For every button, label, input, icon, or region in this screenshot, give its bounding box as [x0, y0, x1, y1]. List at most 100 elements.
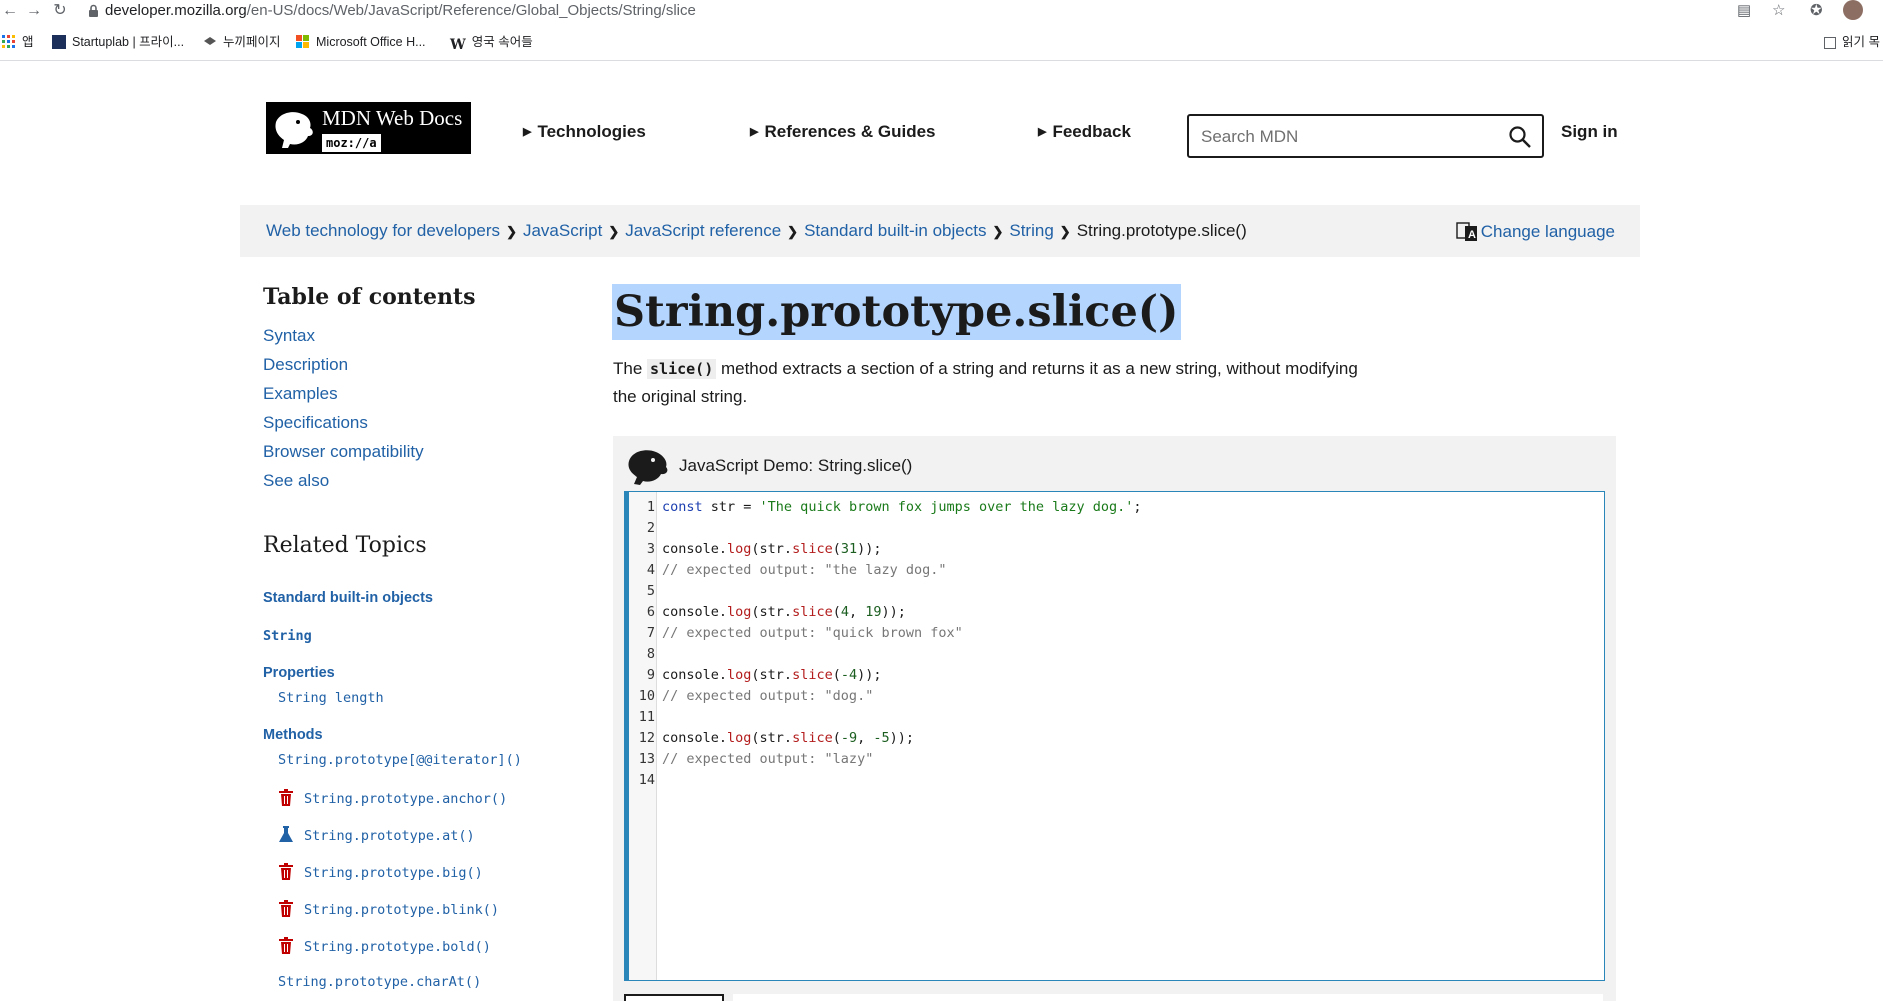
logo-mozilla: moz://a: [322, 134, 381, 152]
nav-feedback[interactable]: ▶ Feedback: [1038, 122, 1131, 142]
method-link[interactable]: String.prototype.blink(): [278, 900, 499, 918]
property-link-length[interactable]: String length: [278, 690, 384, 706]
toc-item-browser-compat[interactable]: Browser compatibility: [263, 442, 424, 471]
breadcrumb-trail: Web technology for developers ❯ JavaScript…: [266, 221, 1247, 241]
method-link[interactable]: String.prototype.anchor(): [278, 789, 507, 807]
trash-deprecated-icon: [279, 900, 293, 917]
reload-icon[interactable]: ↻: [50, 1, 70, 21]
toc-item-specifications[interactable]: Specifications: [263, 413, 424, 442]
toc-item-syntax[interactable]: Syntax: [263, 326, 424, 355]
breadcrumb-link[interactable]: Web technology for developers: [266, 221, 500, 240]
lock-icon[interactable]: [88, 4, 99, 18]
nav-technologies[interactable]: ▶ Technologies: [523, 122, 646, 142]
bookmark-slang[interactable]: W 영국 속어들: [450, 34, 533, 52]
code-line[interactable]: 4 // expected output: "the lazy dog.": [629, 560, 1142, 581]
microsoft-favicon: [296, 35, 309, 48]
method-label: String.prototype.big(): [304, 865, 483, 881]
method-link[interactable]: String.prototype.charAt(): [278, 974, 481, 990]
intro-paragraph: The slice() method extracts a section of…: [613, 355, 1373, 411]
demo-output-area: [733, 994, 1603, 1001]
breadcrumb-link[interactable]: Standard built-in objects: [804, 221, 986, 240]
url-path: /en-US/docs/Web/JavaScript/Reference/Glo…: [246, 2, 696, 19]
code-line[interactable]: 6 console.log(str.slice(4, 19));: [629, 602, 1142, 623]
code-line[interactable]: 7 // expected output: "quick brown fox": [629, 623, 1142, 644]
forward-icon[interactable]: →: [24, 1, 44, 21]
code-content[interactable]: 1 const str = 'The quick brown fox jumps …: [629, 497, 1142, 791]
address-bar[interactable]: developer.mozilla.org/en-US/docs/Web/Jav…: [105, 0, 696, 22]
reading-list-icon: [1824, 37, 1836, 49]
search-input[interactable]: [1201, 126, 1501, 148]
code-line[interactable]: 13 // expected output: "lazy": [629, 749, 1142, 770]
nav-label: Technologies: [537, 122, 646, 141]
line-number: 10: [638, 688, 655, 704]
related-builtins-link[interactable]: Standard built-in objects: [263, 590, 433, 606]
related-topics-title: Related Topics: [263, 533, 427, 558]
trash-deprecated-icon: [279, 863, 293, 880]
back-icon[interactable]: ←: [0, 1, 20, 21]
interactive-demo: JavaScript Demo: String.slice() 1 const s…: [613, 436, 1616, 1001]
code-text: const str = 'The quick brown fox jumps o…: [662, 499, 1142, 515]
change-language-button[interactable]: A Change language: [1456, 220, 1615, 242]
code-editor[interactable]: 1 const str = 'The quick brown fox jumps …: [624, 491, 1605, 981]
translate-icon: A: [1456, 222, 1477, 241]
method-link[interactable]: String.prototype.at(): [278, 826, 475, 844]
breadcrumb-link[interactable]: JavaScript: [523, 221, 602, 240]
bookmarks-bar: 앱 Startuplab | 프라이... 누끼페이지 Microsoft Of…: [0, 30, 1883, 54]
apps-grid-icon: [2, 35, 15, 48]
code-line[interactable]: 8: [629, 644, 1142, 665]
nav-references-guides[interactable]: ▶ References & Guides: [750, 122, 935, 142]
method-link[interactable]: String.prototype[@@iterator](): [278, 752, 522, 768]
toc-item-examples[interactable]: Examples: [263, 384, 424, 413]
toc-title: Table of contents: [263, 284, 476, 310]
code-text: console.log(str.slice(31));: [662, 541, 882, 557]
toc-item-see-also[interactable]: See also: [263, 471, 424, 500]
breadcrumb: Web technology for developers ❯ JavaScript…: [240, 205, 1640, 257]
code-line[interactable]: 3 console.log(str.slice(31));: [629, 539, 1142, 560]
code-line[interactable]: 1 const str = 'The quick brown fox jumps …: [629, 497, 1142, 518]
breadcrumb-current: String.prototype.slice(): [1076, 221, 1247, 240]
w-favicon: W: [450, 37, 466, 53]
properties-heading: Properties: [263, 665, 335, 681]
bookmark-nukki[interactable]: 누끼페이지: [203, 34, 281, 50]
demo-tab[interactable]: [624, 994, 724, 1001]
mdn-logo[interactable]: MDN Web Docs moz://a: [266, 102, 471, 154]
method-link[interactable]: String.prototype.bold(): [278, 937, 491, 955]
related-string-link[interactable]: String: [263, 628, 312, 644]
toc-item-description[interactable]: Description: [263, 355, 424, 384]
code-line[interactable]: 5: [629, 581, 1142, 602]
bookmark-label: Microsoft Office H...: [316, 35, 426, 49]
layers-favicon: [204, 37, 216, 45]
code-line[interactable]: 10 // expected output: "dog.": [629, 686, 1142, 707]
search-icon[interactable]: [1508, 125, 1532, 149]
method-label: String.prototype.anchor(): [304, 791, 508, 807]
logo-title: MDN Web Docs: [322, 106, 463, 130]
browser-chrome: ← → ↻ developer.mozilla.org/en-US/docs/W…: [0, 0, 1883, 61]
code-line[interactable]: 12 console.log(str.slice(-9, -5));: [629, 728, 1142, 749]
line-number: 5: [646, 583, 655, 599]
dino-head-icon: [628, 450, 668, 485]
code-line[interactable]: 2: [629, 518, 1142, 539]
method-link[interactable]: String.prototype.big(): [278, 863, 483, 881]
trash-deprecated-icon: [279, 937, 293, 954]
code-text: console.log(str.slice(4, 19));: [662, 604, 906, 620]
chevron-right-icon: ❯: [992, 224, 1004, 239]
profile-avatar[interactable]: [1843, 0, 1863, 20]
code-line[interactable]: 9 console.log(str.slice(-4));: [629, 665, 1142, 686]
translate-icon[interactable]: ▤: [1737, 1, 1751, 19]
bookmark-microsoft[interactable]: Microsoft Office H...: [296, 34, 426, 50]
breadcrumb-link[interactable]: JavaScript reference: [625, 221, 781, 240]
signin-link[interactable]: Sign in: [1561, 122, 1618, 142]
startuplab-favicon: [52, 35, 66, 49]
method-label: String.prototype.at(): [304, 828, 475, 844]
chevron-right-icon: ❯: [1059, 224, 1071, 239]
code-line[interactable]: 14: [629, 770, 1142, 791]
bookmark-apps[interactable]: 앱: [2, 34, 34, 50]
intro-text: method extracts a section of a string an…: [613, 359, 1358, 406]
breadcrumb-link[interactable]: String: [1009, 221, 1053, 240]
extensions-icon[interactable]: ✪: [1810, 1, 1823, 19]
bookmark-startuplab[interactable]: Startuplab | 프라이...: [52, 34, 184, 50]
reading-list[interactable]: 읽기 목: [1824, 34, 1880, 50]
star-icon[interactable]: ☆: [1772, 1, 1785, 19]
nav-label: Feedback: [1052, 122, 1131, 141]
code-line[interactable]: 11: [629, 707, 1142, 728]
